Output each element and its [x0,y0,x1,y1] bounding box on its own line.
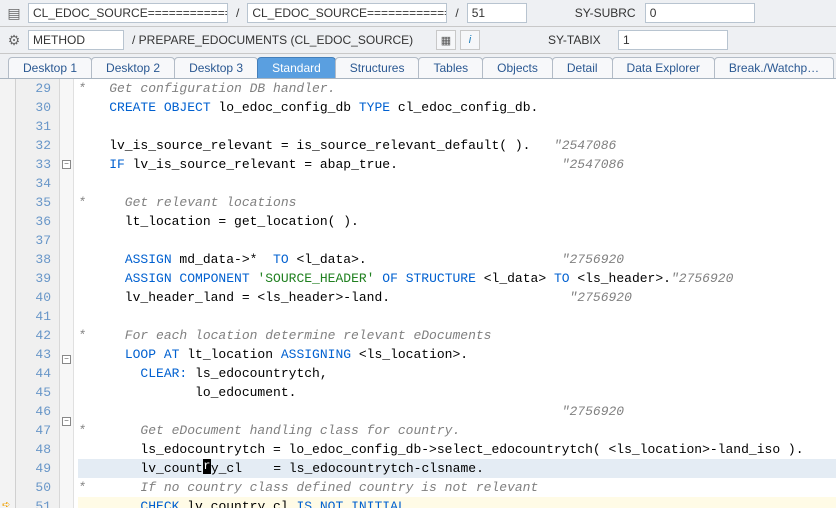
method-path-label: / PREPARE_EDOCUMENTS (CL_EDOC_SOURCE) [128,30,432,50]
tab-structures[interactable]: Structures [335,57,420,78]
fold-toggle[interactable]: − [62,355,71,364]
line-number: 36 [20,212,51,231]
tab-detail[interactable]: Detail [552,57,613,78]
line-number: 49 [20,459,51,478]
line-number: 40 [20,288,51,307]
code-line[interactable]: ls_edocountrytch = lo_edoc_config_db->se… [78,440,836,459]
class-field-1[interactable]: CL_EDOC_SOURCE================… [28,3,228,23]
code-line[interactable]: lv_country_cl = ls_edocountrytch-clsname… [78,459,836,478]
info-icon[interactable]: i [460,30,480,50]
code-line[interactable]: * Get relevant locations [78,193,836,212]
tab-bar: Desktop 1Desktop 2Desktop 3StandardStruc… [0,54,836,78]
code-line[interactable]: lo_edocument. [78,383,836,402]
line-number: 43 [20,345,51,364]
line-number: 46 [20,402,51,421]
execution-pointer-icon: ➪ [2,497,10,508]
line-number: 42 [20,326,51,345]
code-line[interactable]: lv_header_land = <ls_header>-land. "2756… [78,288,836,307]
sep2: / [451,3,462,23]
code-line[interactable]: LOOP AT lt_location ASSIGNING <ls_locati… [78,345,836,364]
tab-standard[interactable]: Standard [257,57,336,78]
code-line[interactable]: * If no country class defined country is… [78,478,836,497]
code-line[interactable] [78,117,836,136]
gear-icon[interactable]: ⚙ [4,31,24,49]
code-line[interactable] [78,307,836,326]
tab-desktop-2[interactable]: Desktop 2 [91,57,175,78]
fold-toggle[interactable]: − [62,160,71,169]
line-number: 39 [20,269,51,288]
sy-subrc-value[interactable]: 0 [645,3,755,23]
code-line[interactable]: lt_location = get_location( ). [78,212,836,231]
line-number-gutter: 2930313233343536373839404142434445464748… [16,79,60,508]
code-line[interactable]: ASSIGN COMPONENT 'SOURCE_HEADER' OF STRU… [78,269,836,288]
line-number: 32 [20,136,51,155]
document-icon: ▤ [4,4,24,22]
sy-subrc-label: SY-SUBRC [571,3,641,23]
code-line[interactable]: ASSIGN md_data->* TO <l_data>. "2756920 [78,250,836,269]
tab-break-watchp-[interactable]: Break./Watchp… [714,57,834,78]
editor-area: ➪ 29303132333435363738394041424344454647… [0,78,836,508]
code-line[interactable]: CLEAR: ls_edocountrytch, [78,364,836,383]
marker-column: ➪ [0,79,16,508]
header-row-1: ▤ CL_EDOC_SOURCE================… / CL_E… [0,0,836,27]
sy-tabix-value[interactable]: 1 [618,30,728,50]
fold-toggle[interactable]: − [62,417,71,426]
code-body[interactable]: * Get configuration DB handler. CREATE O… [74,79,836,508]
header-row-2: ⚙ METHOD / PREPARE_EDOCUMENTS (CL_EDOC_S… [0,27,836,54]
line-number: 47 [20,421,51,440]
code-line[interactable]: "2756920 [78,402,836,421]
code-line[interactable]: * Get eDocument handling class for count… [78,421,836,440]
line-number: 38 [20,250,51,269]
line-number: 44 [20,364,51,383]
line-number: 29 [20,79,51,98]
object-type-field[interactable]: METHOD [28,30,124,50]
tab-desktop-3[interactable]: Desktop 3 [174,57,258,78]
line-number: 33 [20,155,51,174]
sep1: / [232,3,243,23]
line-number: 35 [20,193,51,212]
tab-desktop-1[interactable]: Desktop 1 [8,57,92,78]
line-number: 30 [20,98,51,117]
code-line[interactable]: IF lv_is_source_relevant = abap_true. "2… [78,155,836,174]
line-number: 37 [20,231,51,250]
tab-tables[interactable]: Tables [418,57,483,78]
code-line[interactable]: lv_is_source_relevant = is_source_releva… [78,136,836,155]
sy-tabix-label: SY-TABIX [544,30,614,50]
tab-objects[interactable]: Objects [482,57,553,78]
fold-column: − − − [60,79,74,508]
code-line[interactable]: CHECK lv_country_cl IS NOT INITIAL. [78,497,836,508]
code-line[interactable]: CREATE OBJECT lo_edoc_config_db TYPE cl_… [78,98,836,117]
line-number: 34 [20,174,51,193]
line-number: 31 [20,117,51,136]
code-line[interactable]: * Get configuration DB handler. [78,79,836,98]
line-number: 45 [20,383,51,402]
code-line[interactable] [78,174,836,193]
class-field-2[interactable]: CL_EDOC_SOURCE================… [247,3,447,23]
tab-data-explorer[interactable]: Data Explorer [612,57,715,78]
line-pos-field[interactable]: 51 [467,3,527,23]
code-line[interactable] [78,231,836,250]
code-line[interactable]: * For each location determine relevant e… [78,326,836,345]
table-icon[interactable]: ▦ [436,30,456,50]
line-number: 41 [20,307,51,326]
line-number: 51 [20,497,51,508]
line-number: 48 [20,440,51,459]
line-number: 50 [20,478,51,497]
